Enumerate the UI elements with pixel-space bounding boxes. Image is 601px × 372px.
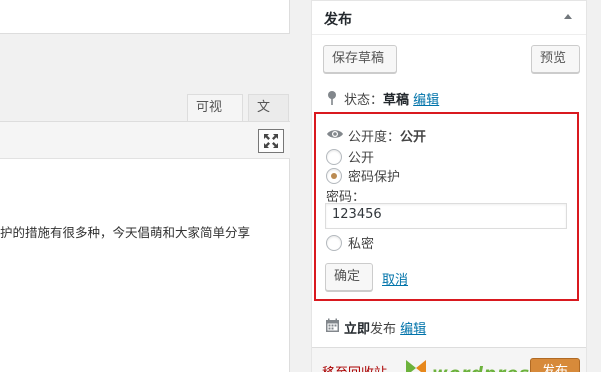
radio-password[interactable]	[326, 168, 342, 184]
right-edge	[587, 0, 601, 372]
schedule-edit-link[interactable]: 编辑	[400, 322, 426, 337]
visibility-row: 公开度：公开	[326, 126, 426, 145]
radio-public[interactable]	[326, 149, 342, 165]
password-input[interactable]: 123456	[325, 203, 567, 229]
ok-button[interactable]: 确定	[325, 263, 373, 291]
status-label: 状态：	[344, 93, 384, 108]
collapse-arrow-icon[interactable]	[564, 14, 572, 19]
editor-content-text: 护的措施有很多种，今天倡萌和大家简单分享	[0, 225, 251, 240]
visibility-value: 公开	[400, 130, 427, 145]
schedule-row: 立即发布 编辑	[326, 318, 426, 337]
column-gap	[290, 0, 311, 372]
preview-button[interactable]: 预览	[531, 45, 580, 73]
publish-box-header[interactable]: 发布	[312, 1, 586, 35]
fullscreen-button[interactable]	[258, 129, 284, 153]
radio-option-private[interactable]: 私密	[326, 233, 374, 252]
wordpress-logo-icon	[406, 360, 426, 372]
radio-public-label: 公开	[348, 151, 375, 166]
status-value: 草稿	[383, 93, 410, 108]
publish-button[interactable]: 发布	[530, 358, 580, 372]
visibility-label: 公开度：	[348, 130, 401, 145]
pin-icon	[328, 91, 336, 105]
move-to-trash-link[interactable]: 移至回收站	[322, 362, 387, 372]
cancel-link[interactable]: 取消	[382, 269, 408, 288]
publish-box-title: 发布	[324, 12, 352, 28]
radio-option-public[interactable]: 公开	[326, 147, 374, 166]
visibility-highlight-frame: 公开度：公开 公开 密码保护 密码： 123456 私密 确定 取消	[314, 112, 579, 301]
eye-icon	[327, 130, 343, 138]
radio-option-password[interactable]: 密码保护	[326, 166, 400, 185]
schedule-prefix: 立即	[344, 322, 371, 337]
schedule-suffix: 发布	[370, 322, 397, 337]
tab-text[interactable]: 文本	[248, 94, 289, 141]
fullscreen-icon	[264, 134, 278, 148]
editor-content-area[interactable]	[0, 159, 290, 372]
tab-visual[interactable]: 可视化	[187, 94, 243, 141]
radio-private-label: 私密	[348, 237, 375, 252]
post-title-box[interactable]	[0, 0, 290, 34]
radio-private[interactable]	[326, 235, 342, 251]
status-row: 状态：草稿 编辑	[326, 89, 439, 108]
publish-footer: 移至回收站 wordpress大 发布	[312, 347, 586, 372]
radio-password-label: 密码保护	[348, 170, 401, 185]
editor-toolbar	[0, 121, 290, 159]
publish-box: 发布 保存草稿 预览 状态：草稿 编辑 公开度：公开 公开 密码保护 密码： 1…	[311, 0, 587, 372]
calendar-icon	[326, 318, 339, 332]
watermark-wordpress: wordpress	[432, 364, 541, 372]
status-edit-link[interactable]: 编辑	[413, 93, 439, 108]
save-draft-button[interactable]: 保存草稿	[323, 45, 397, 73]
